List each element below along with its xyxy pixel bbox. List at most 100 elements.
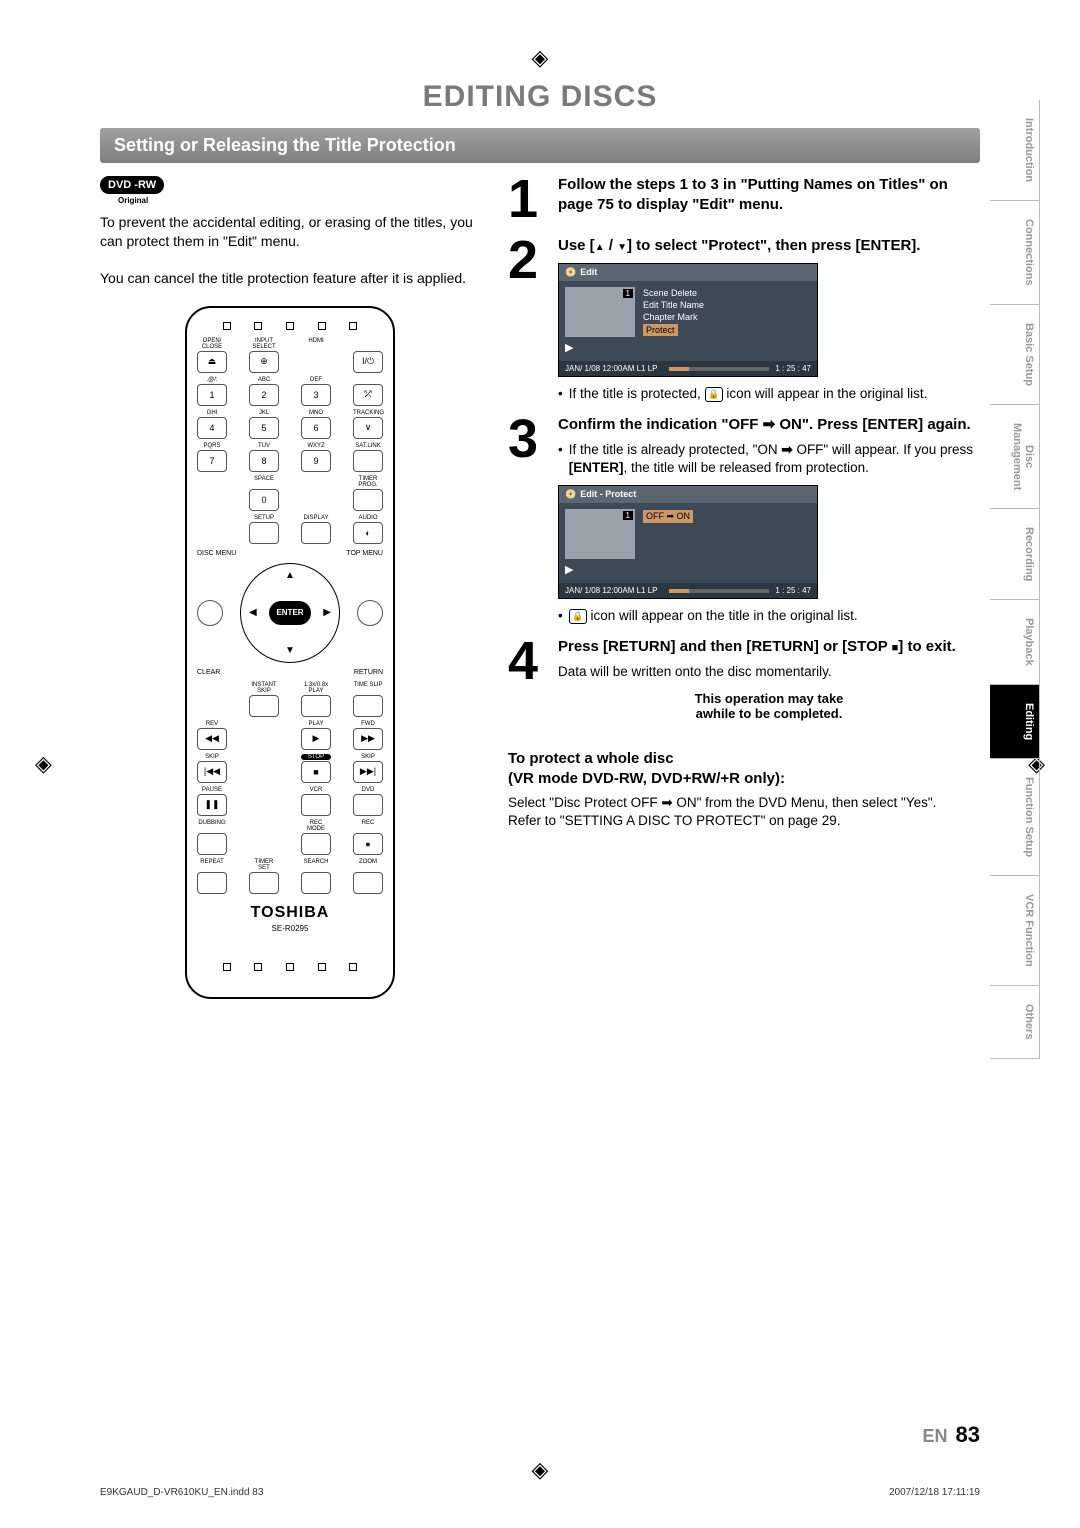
display-button [301,522,331,544]
rev-button: ◀◀ [197,728,227,750]
up-arrow-icon [595,237,605,254]
step-3-title: Confirm the indication "OFF ➡ ON". Press… [558,415,980,435]
step-3: 3 Confirm the indication "OFF ➡ ON". Pre… [508,415,980,625]
note-box: This operation may take awhile to be com… [558,691,980,721]
tab-vcr-function[interactable]: VCR Function [990,876,1040,986]
whole-disc-section: To protect a whole disc (VR mode DVD-RW,… [508,749,980,830]
tab-others[interactable]: Others [990,986,1040,1058]
tab-function-setup[interactable]: Function Setup [990,759,1040,876]
vcr-button [301,794,331,816]
remote-control-diagram: OPEN/ CLOSE INPUT SELECT HDMI ⏏ ⊕ I/⏻ .@… [185,306,395,999]
step-2-bullet: If the title is protected, 🔒 icon will a… [558,385,980,403]
skip-fwd-button: ▶▶| [353,761,383,783]
osd-thumbnail: 1 [565,509,635,559]
manual-page: EDITING DISCS Setting or Releasing the T… [100,80,980,1448]
play-button: ▶ [301,728,331,750]
arrow-down-icon: ▼ [285,645,295,656]
footer-timestamp: 2007/12/18 17:11:19 [889,1487,980,1498]
right-column: 1 Follow the steps 1 to 3 in "Putting Na… [508,175,980,999]
step-2: 2 Use [ / ] to select "Protect", then pr… [508,236,980,404]
whole-disc-p1: Select "Disc Protect OFF ➡ ON" from the … [508,794,980,812]
digit-9: 9 [301,450,331,472]
crop-mark-bottom: ◈ [532,1457,549,1483]
brand-logo: TOSHIBA [197,904,383,922]
instant-skip-button [249,695,279,717]
side-tabs: Introduction Connections Basic Setup Dis… [990,100,1040,1059]
top-menu-button [357,600,383,626]
step-number: 3 [508,415,548,625]
tab-introduction[interactable]: Introduction [990,100,1040,201]
arrow-left-icon: ◀ [249,607,257,618]
step-1-title: Follow the steps 1 to 3 in "Putting Name… [558,175,980,214]
arrow-up-icon: ▲ [285,570,295,581]
step-4: 4 Press [RETURN] and then [RETURN] or [S… [508,637,980,737]
tab-playback[interactable]: Playback [990,600,1040,685]
rec-mode-button [301,833,331,855]
crop-mark-left: ◈ [35,751,52,777]
eject-button: ⏏ [197,351,227,373]
step-2-title: Use [ / ] to select "Protect", then pres… [558,236,980,256]
arrow-right-icon: ▶ [323,607,331,618]
return-label: RETURN [354,669,383,676]
dvd-badge: DVD -RW [100,175,480,196]
osd-thumbnail: 1 [565,287,635,337]
step-4-text: Data will be written onto the disc momen… [558,663,980,681]
whole-disc-heading: To protect a whole disc (VR mode DVD-RW,… [508,749,980,788]
step-number: 2 [508,236,548,404]
crop-mark-top: ◈ [532,45,549,71]
left-column: DVD -RW Original To prevent the accident… [100,175,480,999]
footer-file: E9KGAUD_D-VR610KU_EN.indd 83 [100,1487,263,1498]
clear-label: CLEAR [197,669,220,676]
top-menu-label: TOP MENU [346,550,383,557]
digit-2: 2 [249,384,279,406]
disc-menu-label: DISC MENU [197,550,236,557]
skip-back-button: |◀◀ [197,761,227,783]
lock-icon: 🔒 [569,609,587,624]
nav-pad: ▲ ▼ ◀ ▶ ENTER [240,563,340,663]
setup-button [249,522,279,544]
tracking-down: ∨ [353,417,383,439]
step-3-text: If the title is already protected, "ON ➡… [558,441,980,477]
step-3-bullet: 🔒 icon will appear on the title in the o… [558,607,980,625]
osd-edit-protect: 📀Edit - Protect 1 ▶ OFF ➡ ON JAN/ 1/08 [558,485,818,599]
step-number: 4 [508,637,548,737]
down-arrow-icon [617,237,627,254]
speed-play-button [301,695,331,717]
input-select-button: ⊕ [249,351,279,373]
dubbing-button [197,833,227,855]
osd-edit-menu: 📀Edit 1 ▶ Scene Delete Edit Title Name C… [558,263,818,377]
power-button: I/⏻ [353,351,383,373]
pause-button: ❚❚ [197,794,227,816]
timer-set-button [249,872,279,894]
digit-3: 3 [301,384,331,406]
osd-menu-list: Scene Delete Edit Title Name Chapter Mar… [643,287,811,355]
step-1: 1 Follow the steps 1 to 3 in "Putting Na… [508,175,980,224]
dvd-button [353,794,383,816]
digit-0: 0 [249,489,279,511]
dvd-badge-sub: Original [118,196,480,205]
satlink-button [353,450,383,472]
audio-button: ◐ [353,522,383,544]
digit-7: 7 [197,450,227,472]
fwd-button: ▶▶ [353,728,383,750]
whole-disc-p2: Refer to "SETTING A DISC TO PROTECT" on … [508,812,980,830]
digit-6: 6 [301,417,331,439]
intro-paragraph-1: To prevent the accidental editing, or er… [100,213,480,251]
tab-connections[interactable]: Connections [990,201,1040,305]
digit-8: 8 [249,450,279,472]
model-number: SE-R0295 [197,924,383,933]
intro-paragraph-2: You can cancel the title protection feat… [100,269,480,288]
zoom-button [353,872,383,894]
enter-button: ENTER [269,601,311,625]
timer-prog-button [353,489,383,511]
disc-menu-button [197,600,223,626]
search-button [301,872,331,894]
tab-basic-setup[interactable]: Basic Setup [990,305,1040,405]
tab-disc-management[interactable]: Disc Management [990,405,1040,509]
tracking-up: ⤱ [353,384,383,406]
tab-editing[interactable]: Editing [990,685,1040,759]
step-4-title: Press [RETURN] and then [RETURN] or [STO… [558,637,980,657]
page-number: EN83 [923,1422,981,1448]
tab-recording[interactable]: Recording [990,509,1040,600]
digit-5: 5 [249,417,279,439]
